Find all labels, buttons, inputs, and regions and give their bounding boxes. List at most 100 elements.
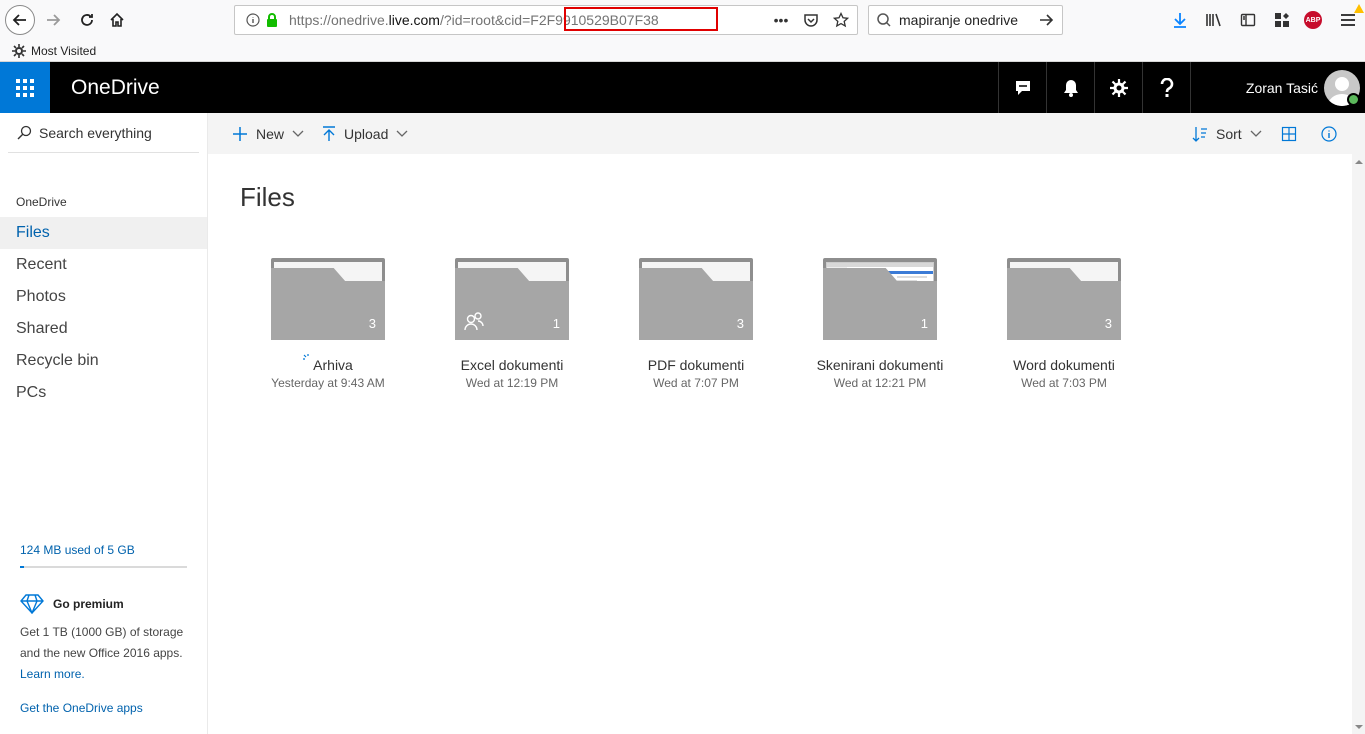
gear-icon [12, 44, 26, 58]
bookmark-star-icon[interactable] [831, 10, 851, 30]
folder-name-text: Arhiva [313, 357, 353, 373]
search-go-icon[interactable] [1038, 12, 1054, 28]
gear-icon [1109, 78, 1128, 97]
library-icon[interactable] [1202, 8, 1226, 32]
go-premium-heading: Go premium [20, 594, 124, 614]
folder-tile-arhiva[interactable]: 3 Arhiva Yesterday at 9:43 AM [244, 258, 412, 390]
user-account-button[interactable]: Zoran Tasić [1190, 62, 1318, 113]
grid-view-icon [1281, 126, 1297, 141]
scroll-up-icon[interactable] [1352, 154, 1365, 168]
help-button[interactable] [1142, 62, 1190, 113]
search-input[interactable]: Search everything [8, 113, 199, 153]
folder-icon: 3 [639, 258, 753, 340]
browser-search-field[interactable]: mapiranje onedrive [868, 5, 1063, 35]
bookmarks-toolbar: Most Visited [0, 41, 1365, 62]
nav-item-label: PCs [16, 384, 47, 401]
diamond-icon [20, 594, 44, 614]
page-title: Files [240, 182, 295, 212]
folder-item-count: 1 [920, 316, 928, 331]
info-pane-button[interactable] [1321, 113, 1337, 154]
info-icon[interactable] [243, 13, 263, 27]
reload-button[interactable] [74, 7, 100, 33]
vertical-scrollbar[interactable] [1352, 154, 1365, 734]
sort-icon [1192, 126, 1207, 142]
onedrive-header: OneDrive Zoran Tasić [0, 62, 1365, 113]
storage-quota-bar [20, 566, 187, 568]
warning-icon [1354, 4, 1364, 13]
folder-item-count: 3 [368, 316, 376, 331]
url-bar[interactable]: https://onedrive.live.com/?id=root&cid=F… [234, 5, 858, 35]
folder-modified-date: Wed at 12:19 PM [465, 376, 559, 390]
folder-icon: 1 [823, 258, 937, 340]
url-id-highlight-box [564, 7, 718, 31]
back-button[interactable] [5, 5, 35, 35]
plus-icon [233, 126, 247, 141]
feedback-button[interactable] [998, 62, 1046, 113]
home-button[interactable] [104, 7, 130, 33]
settings-button[interactable] [1094, 62, 1142, 113]
pocket-icon[interactable] [801, 10, 821, 30]
forward-button[interactable] [40, 7, 66, 33]
search-query-text[interactable]: mapiranje onedrive [899, 12, 1018, 28]
folder-name: Word dokumenti [1013, 357, 1115, 373]
nav-item-label: Recycle bin [16, 352, 99, 369]
sidebar-icon[interactable] [1236, 8, 1260, 32]
home-icon [110, 12, 124, 27]
folder-name: Arhiva [244, 354, 412, 373]
premium-description-text: Get 1 TB (1000 GB) of storage and the ne… [20, 625, 184, 660]
nav-item-label: Recent [16, 256, 67, 273]
nav-item-recent[interactable]: Recent [0, 249, 207, 281]
nav-item-photos[interactable]: Photos [0, 281, 207, 313]
storage-quota-fill [20, 566, 24, 568]
view-toggle-button[interactable] [1281, 113, 1297, 154]
upload-arrow-icon [323, 125, 335, 141]
sync-progress-icon [303, 354, 309, 360]
notifications-button[interactable] [1046, 62, 1094, 113]
folder-icon: 3 [1007, 258, 1121, 340]
nav-item-label: Photos [16, 288, 66, 305]
get-apps-link[interactable]: Get the OneDrive apps [20, 701, 143, 715]
folder-tile-skenirani-dokumenti[interactable]: 1 Skenirani dokumenti Wed at 12:21 PM [796, 258, 964, 390]
arrow-right-icon [47, 14, 61, 26]
nav-item-shared[interactable]: Shared [0, 313, 207, 345]
page-actions-icon[interactable]: ••• [771, 10, 791, 30]
learn-more-link[interactable]: Learn more. [20, 667, 85, 681]
reload-icon [81, 14, 93, 26]
search-icon [17, 125, 32, 139]
premium-description: Get 1 TB (1000 GB) of storage and the ne… [20, 622, 200, 685]
scroll-down-icon[interactable] [1352, 720, 1365, 734]
nav-item-recycle-bin[interactable]: Recycle bin [0, 345, 207, 377]
nav-item-pcs[interactable]: PCs [0, 377, 207, 409]
storage-quota-link[interactable]: 124 MB used of 5 GB [20, 543, 135, 557]
chevron-down-icon [1250, 130, 1262, 137]
new-button[interactable]: New [232, 113, 304, 154]
presence-status-icon [1347, 93, 1360, 106]
adblock-icon[interactable]: ABP [1304, 11, 1322, 29]
nav-section-title: OneDrive [16, 195, 67, 209]
nav-item-files[interactable]: Files [0, 217, 207, 249]
nav-item-label: Shared [16, 320, 68, 337]
sort-button[interactable]: Sort [1192, 113, 1262, 154]
app-launcher-button[interactable] [0, 62, 50, 113]
help-icon [1160, 77, 1173, 97]
brand-title[interactable]: OneDrive [71, 76, 160, 100]
folder-icon: 3 [271, 258, 385, 340]
folder-tile-word-dokumenti[interactable]: 3 Word dokumenti Wed at 7:03 PM [980, 258, 1148, 390]
downloads-icon[interactable] [1168, 8, 1192, 32]
folder-tile-pdf-dokumenti[interactable]: 3 PDF dokumenti Wed at 7:07 PM [612, 258, 780, 390]
folder-item-count: 3 [1104, 316, 1112, 331]
url-text[interactable]: https://onedrive.live.com/?id=root&cid=F… [289, 7, 718, 31]
folder-tile-excel-dokumenti[interactable]: 1 Excel dokumenti Wed at 12:19 PM [428, 258, 596, 390]
bookmark-most-visited[interactable]: Most Visited [31, 44, 96, 58]
nav-item-label: Files [16, 224, 50, 241]
go-premium-title: Go premium [53, 597, 124, 611]
folder-name: Excel dokumenti [460, 357, 564, 373]
lock-icon[interactable] [263, 13, 281, 27]
folder-icon: 1 [455, 258, 569, 340]
arrow-left-icon [12, 14, 26, 26]
upload-button[interactable]: Upload [322, 113, 408, 154]
browser-toolbar: https://onedrive.live.com/?id=root&cid=F… [0, 0, 1365, 41]
extensions-icon[interactable] [1270, 8, 1294, 32]
folder-modified-date: Yesterday at 9:43 AM [271, 376, 385, 390]
folder-item-count: 1 [552, 316, 560, 331]
